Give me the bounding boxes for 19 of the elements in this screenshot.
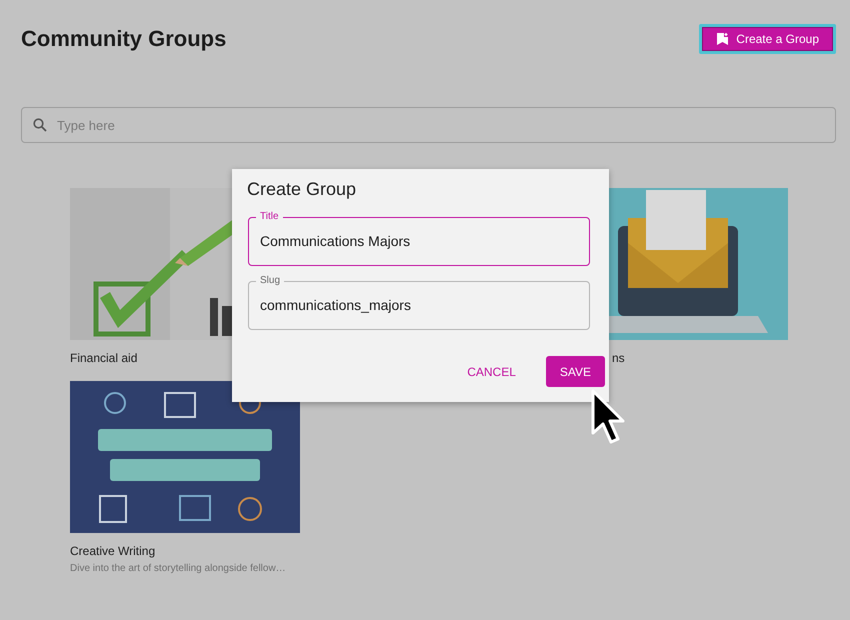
field-label: Slug — [259, 275, 282, 287]
text-field[interactable]: Title Communications Majors — [248, 211, 590, 266]
text-field[interactable]: Slug communications_majors — [248, 275, 590, 330]
group-title: Creative Writing — [70, 544, 156, 558]
create-group-button[interactable]: Create a Group — [702, 27, 833, 51]
search-input[interactable]: Type here — [55, 116, 824, 134]
save-button[interactable]: SAVE — [546, 356, 605, 387]
field-label: Title — [259, 211, 280, 223]
search-icon — [33, 118, 47, 132]
bookmark-icon — [717, 33, 728, 45]
field-input[interactable]: communications_majors — [260, 287, 578, 323]
group-title: ns — [611, 351, 626, 365]
search-field[interactable]: Type here — [21, 107, 836, 143]
group-title: Financial aid — [70, 351, 138, 365]
group-description: Dive into the art of storytelling alongside fellow… — [70, 563, 287, 574]
field-input[interactable]: Communications Majors — [260, 223, 578, 259]
cancel-button[interactable]: CANCEL — [453, 356, 530, 387]
page-title: Community Groups — [21, 26, 226, 52]
dialog-title: Create Group — [247, 179, 358, 200]
